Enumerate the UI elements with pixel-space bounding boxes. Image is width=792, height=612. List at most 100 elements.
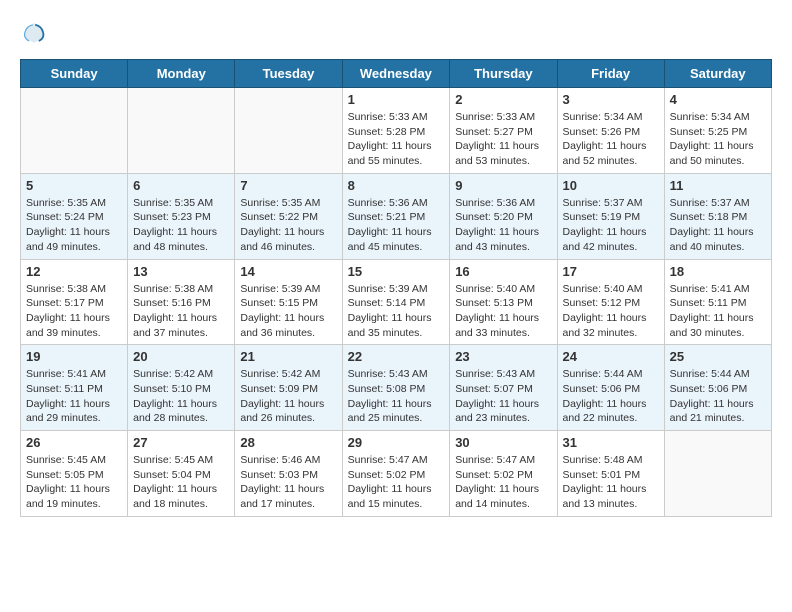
day-info: Sunrise: 5:42 AM Sunset: 5:09 PM Dayligh… — [240, 367, 336, 426]
day-number: 31 — [563, 435, 659, 450]
day-header-sunday: Sunday — [21, 60, 128, 88]
calendar-cell: 22 Sunrise: 5:43 AM Sunset: 5:08 PM Dayli… — [342, 345, 450, 431]
calendar-cell: 10 Sunrise: 5:37 AM Sunset: 5:19 PM Dayli… — [557, 173, 664, 259]
calendar-cell: 31 Sunrise: 5:48 AM Sunset: 5:01 PM Dayli… — [557, 431, 664, 517]
calendar-cell: 27Sunrise: 5:45 AM Sunset: 5:04 PM Dayli… — [128, 431, 235, 517]
day-number: 26 — [26, 435, 122, 450]
day-info: Sunrise: 5:36 AM Sunset: 5:21 PM Dayligh… — [348, 196, 445, 255]
day-info: Sunrise: 5:35 AM Sunset: 5:24 PM Dayligh… — [26, 196, 122, 255]
calendar-cell — [235, 88, 342, 174]
calendar-cell: 17 Sunrise: 5:40 AM Sunset: 5:12 PM Dayli… — [557, 259, 664, 345]
day-info: Sunrise: 5:39 AM Sunset: 5:14 PM Dayligh… — [348, 282, 445, 341]
calendar-cell — [664, 431, 771, 517]
day-info: Sunrise: 5:46 AM Sunset: 5:03 PM Dayligh… — [240, 453, 336, 512]
day-number: 19 — [26, 349, 122, 364]
calendar-cell — [21, 88, 128, 174]
calendar-cell: 2 Sunrise: 5:33 AM Sunset: 5:27 PM Daylig… — [450, 88, 557, 174]
day-header-saturday: Saturday — [664, 60, 771, 88]
day-info: Sunrise: 5:45 AM Sunset: 5:04 PM Dayligh… — [133, 453, 229, 512]
calendar-week-2: 5 Sunrise: 5:35 AM Sunset: 5:24 PM Daylig… — [21, 173, 772, 259]
day-number: 16 — [455, 264, 551, 279]
calendar-cell: 18Sunrise: 5:41 AM Sunset: 5:11 PM Dayli… — [664, 259, 771, 345]
day-info: Sunrise: 5:36 AM Sunset: 5:20 PM Dayligh… — [455, 196, 551, 255]
calendar-week-4: 19 Sunrise: 5:41 AM Sunset: 5:11 PM Dayli… — [21, 345, 772, 431]
day-number: 18 — [670, 264, 766, 279]
day-header-thursday: Thursday — [450, 60, 557, 88]
day-info: Sunrise: 5:47 AM Sunset: 5:02 PM Dayligh… — [348, 453, 445, 512]
page-header — [20, 20, 772, 49]
calendar-cell: 15 Sunrise: 5:39 AM Sunset: 5:14 PM Dayli… — [342, 259, 450, 345]
day-info: Sunrise: 5:47 AM Sunset: 5:02 PM Dayligh… — [455, 453, 551, 512]
day-number: 14 — [240, 264, 336, 279]
calendar-table: SundayMondayTuesdayWednesdayThursdayFrid… — [20, 59, 772, 517]
day-info: Sunrise: 5:40 AM Sunset: 5:12 PM Dayligh… — [563, 282, 659, 341]
calendar-week-5: 26 Sunrise: 5:45 AM Sunset: 5:05 PM Dayli… — [21, 431, 772, 517]
calendar-cell: 11 Sunrise: 5:37 AM Sunset: 5:18 PM Dayli… — [664, 173, 771, 259]
day-info: Sunrise: 5:35 AM Sunset: 5:22 PM Dayligh… — [240, 196, 336, 255]
day-info: Sunrise: 5:39 AM Sunset: 5:15 PM Dayligh… — [240, 282, 336, 341]
day-info: Sunrise: 5:35 AM Sunset: 5:23 PM Dayligh… — [133, 196, 229, 255]
day-number: 13 — [133, 264, 229, 279]
calendar-week-1: 1Sunrise: 5:33 AM Sunset: 5:28 PM Daylig… — [21, 88, 772, 174]
day-number: 23 — [455, 349, 551, 364]
day-info: Sunrise: 5:43 AM Sunset: 5:08 PM Dayligh… — [348, 367, 445, 426]
day-info: Sunrise: 5:40 AM Sunset: 5:13 PM Dayligh… — [455, 282, 551, 341]
day-number: 28 — [240, 435, 336, 450]
day-number: 1 — [348, 92, 445, 107]
day-info: Sunrise: 5:44 AM Sunset: 5:06 PM Dayligh… — [563, 367, 659, 426]
calendar-cell: 19 Sunrise: 5:41 AM Sunset: 5:11 PM Dayli… — [21, 345, 128, 431]
calendar-cell: 14 Sunrise: 5:39 AM Sunset: 5:15 PM Dayli… — [235, 259, 342, 345]
calendar-cell — [128, 88, 235, 174]
day-info: Sunrise: 5:45 AM Sunset: 5:05 PM Dayligh… — [26, 453, 122, 512]
day-number: 10 — [563, 178, 659, 193]
day-number: 2 — [455, 92, 551, 107]
calendar-header-row: SundayMondayTuesdayWednesdayThursdayFrid… — [21, 60, 772, 88]
calendar-cell: 6 Sunrise: 5:35 AM Sunset: 5:23 PM Daylig… — [128, 173, 235, 259]
calendar-cell: 21Sunrise: 5:42 AM Sunset: 5:09 PM Dayli… — [235, 345, 342, 431]
day-number: 8 — [348, 178, 445, 193]
day-number: 20 — [133, 349, 229, 364]
calendar-cell: 24Sunrise: 5:44 AM Sunset: 5:06 PM Dayli… — [557, 345, 664, 431]
day-number: 12 — [26, 264, 122, 279]
day-info: Sunrise: 5:37 AM Sunset: 5:19 PM Dayligh… — [563, 196, 659, 255]
day-number: 5 — [26, 178, 122, 193]
day-info: Sunrise: 5:34 AM Sunset: 5:25 PM Dayligh… — [670, 110, 766, 169]
day-info: Sunrise: 5:48 AM Sunset: 5:01 PM Dayligh… — [563, 453, 659, 512]
day-info: Sunrise: 5:42 AM Sunset: 5:10 PM Dayligh… — [133, 367, 229, 426]
calendar-cell: 16 Sunrise: 5:40 AM Sunset: 5:13 PM Dayli… — [450, 259, 557, 345]
logo — [20, 20, 46, 49]
logo-icon — [22, 20, 46, 44]
day-header-tuesday: Tuesday — [235, 60, 342, 88]
day-number: 30 — [455, 435, 551, 450]
calendar-cell: 12 Sunrise: 5:38 AM Sunset: 5:17 PM Dayli… — [21, 259, 128, 345]
day-info: Sunrise: 5:41 AM Sunset: 5:11 PM Dayligh… — [26, 367, 122, 426]
day-number: 25 — [670, 349, 766, 364]
day-info: Sunrise: 5:37 AM Sunset: 5:18 PM Dayligh… — [670, 196, 766, 255]
day-number: 22 — [348, 349, 445, 364]
day-number: 11 — [670, 178, 766, 193]
calendar-cell: 9 Sunrise: 5:36 AM Sunset: 5:20 PM Daylig… — [450, 173, 557, 259]
calendar-cell: 1Sunrise: 5:33 AM Sunset: 5:28 PM Daylig… — [342, 88, 450, 174]
day-number: 3 — [563, 92, 659, 107]
day-header-wednesday: Wednesday — [342, 60, 450, 88]
day-number: 6 — [133, 178, 229, 193]
day-header-friday: Friday — [557, 60, 664, 88]
calendar-cell: 28 Sunrise: 5:46 AM Sunset: 5:03 PM Dayli… — [235, 431, 342, 517]
day-info: Sunrise: 5:43 AM Sunset: 5:07 PM Dayligh… — [455, 367, 551, 426]
calendar-cell: 3 Sunrise: 5:34 AM Sunset: 5:26 PM Daylig… — [557, 88, 664, 174]
calendar-cell: 13 Sunrise: 5:38 AM Sunset: 5:16 PM Dayli… — [128, 259, 235, 345]
calendar-cell: 5 Sunrise: 5:35 AM Sunset: 5:24 PM Daylig… — [21, 173, 128, 259]
calendar-cell: 30 Sunrise: 5:47 AM Sunset: 5:02 PM Dayli… — [450, 431, 557, 517]
day-info: Sunrise: 5:34 AM Sunset: 5:26 PM Dayligh… — [563, 110, 659, 169]
calendar-cell: 4Sunrise: 5:34 AM Sunset: 5:25 PM Daylig… — [664, 88, 771, 174]
calendar-cell: 7Sunrise: 5:35 AM Sunset: 5:22 PM Daylig… — [235, 173, 342, 259]
calendar-cell: 29 Sunrise: 5:47 AM Sunset: 5:02 PM Dayli… — [342, 431, 450, 517]
day-number: 15 — [348, 264, 445, 279]
day-number: 9 — [455, 178, 551, 193]
day-info: Sunrise: 5:38 AM Sunset: 5:17 PM Dayligh… — [26, 282, 122, 341]
calendar-cell: 20 Sunrise: 5:42 AM Sunset: 5:10 PM Dayli… — [128, 345, 235, 431]
day-info: Sunrise: 5:33 AM Sunset: 5:27 PM Dayligh… — [455, 110, 551, 169]
day-number: 29 — [348, 435, 445, 450]
day-number: 17 — [563, 264, 659, 279]
day-info: Sunrise: 5:38 AM Sunset: 5:16 PM Dayligh… — [133, 282, 229, 341]
